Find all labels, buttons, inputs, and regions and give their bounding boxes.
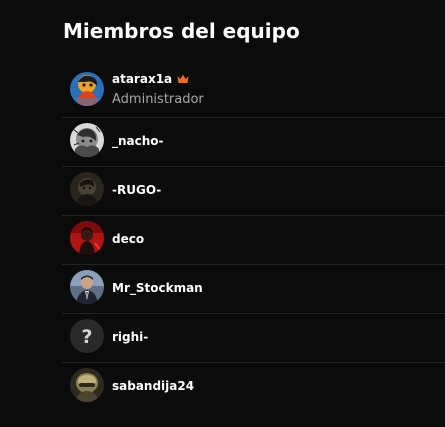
- member-name[interactable]: _nacho-: [112, 134, 164, 148]
- member-name[interactable]: Mr_Stockman: [112, 281, 203, 295]
- member-row[interactable]: _nacho-: [62, 118, 445, 167]
- avatar[interactable]: [70, 123, 104, 157]
- member-name[interactable]: righi-: [112, 330, 148, 344]
- member-row[interactable]: -RUGO-: [62, 167, 445, 216]
- avatar[interactable]: [70, 270, 104, 304]
- svg-text:?: ?: [81, 326, 92, 348]
- member-name[interactable]: deco: [112, 232, 144, 246]
- members-list: atarax1a Administrador _nacho- -RUGO- de…: [62, 68, 445, 412]
- member-name-line: atarax1a: [112, 72, 189, 86]
- avatar[interactable]: ?: [70, 319, 104, 353]
- member-row[interactable]: sabandija24: [62, 363, 445, 412]
- member-name-line: Mr_Stockman: [112, 281, 203, 295]
- member-name-line: righi-: [112, 330, 148, 344]
- avatar[interactable]: [70, 221, 104, 255]
- avatar[interactable]: [70, 368, 104, 402]
- crown-icon: [177, 74, 189, 84]
- member-row[interactable]: ? righi-: [62, 314, 445, 363]
- avatar[interactable]: [70, 172, 104, 206]
- member-name[interactable]: sabandija24: [112, 379, 194, 393]
- avatar[interactable]: [70, 72, 104, 106]
- section-title: Miembros del equipo: [63, 19, 300, 43]
- member-name[interactable]: -RUGO-: [112, 183, 161, 197]
- member-name[interactable]: atarax1a: [112, 72, 172, 86]
- member-name-line: sabandija24: [112, 379, 194, 393]
- member-row[interactable]: deco: [62, 216, 445, 265]
- member-name-line: -RUGO-: [112, 183, 161, 197]
- member-role: Administrador: [112, 92, 204, 107]
- member-row[interactable]: atarax1a Administrador: [62, 68, 445, 118]
- member-row[interactable]: Mr_Stockman: [62, 265, 445, 314]
- member-name-line: _nacho-: [112, 134, 164, 148]
- member-name-line: deco: [112, 232, 144, 246]
- team-members-panel: Miembros del equipo atarax1a Administrad…: [62, 0, 445, 427]
